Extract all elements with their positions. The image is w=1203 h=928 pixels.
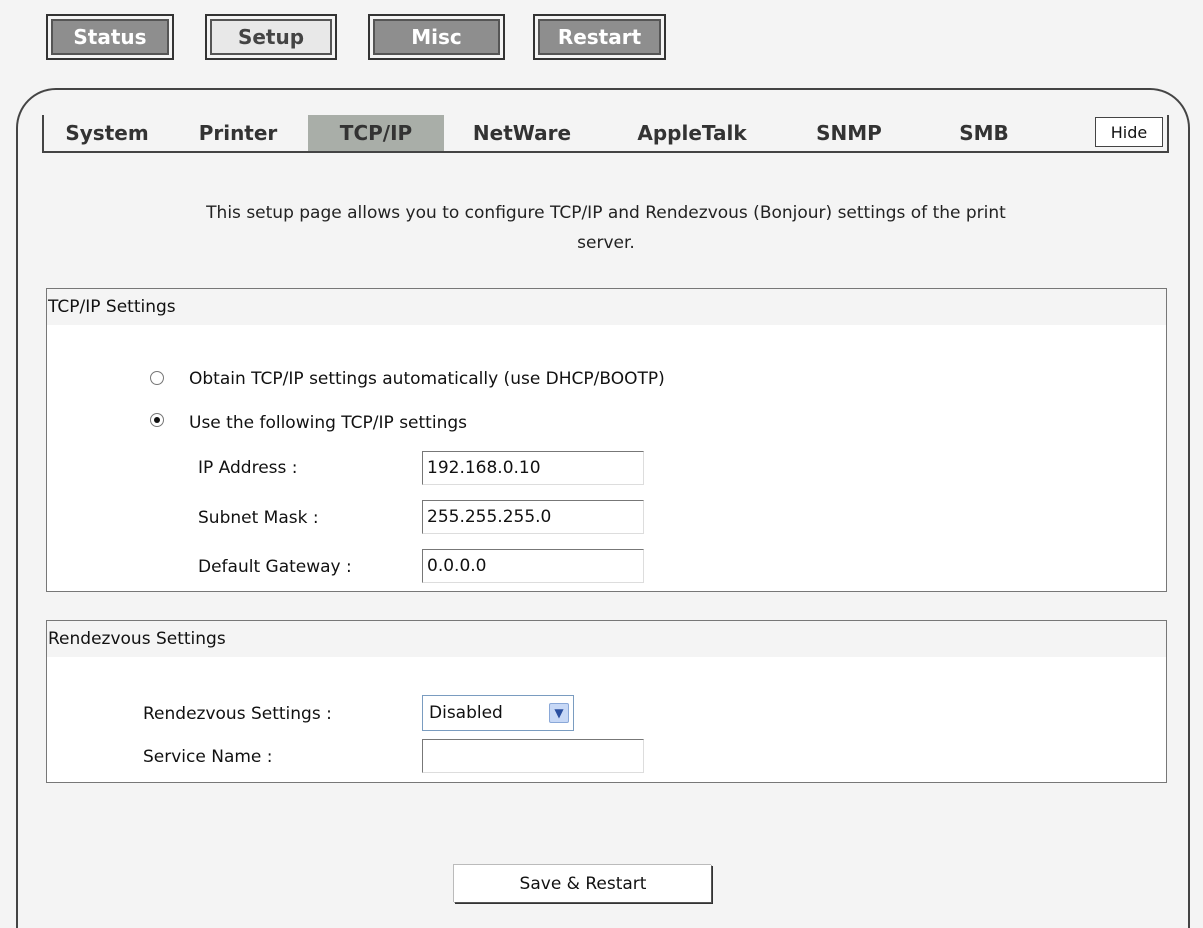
rendezvous-settings-value: Disabled	[429, 703, 503, 723]
nav-status-label: Status	[53, 21, 167, 53]
nav-setup-label: Setup	[212, 21, 330, 53]
subnet-mask-input[interactable]: 255.255.255.0	[422, 500, 644, 534]
tab-bar: System Printer TCP/IP NetWare AppleTalk …	[42, 115, 1169, 153]
nav-status-button[interactable]: Status	[46, 14, 174, 60]
obtain-auto-label: Obtain TCP/IP settings automatically (us…	[189, 369, 665, 389]
save-restart-button[interactable]: Save & Restart	[454, 865, 712, 903]
tab-smb[interactable]: SMB	[944, 115, 1024, 151]
ip-address-label: IP Address :	[198, 458, 298, 478]
rendezvous-settings-select[interactable]: Disabled ▼	[422, 695, 574, 731]
nav-restart-label: Restart	[540, 21, 659, 53]
hide-button[interactable]: Hide	[1095, 117, 1163, 147]
rendezvous-settings-title: Rendezvous Settings	[47, 621, 1166, 657]
use-following-label: Use the following TCP/IP settings	[189, 413, 467, 433]
tab-appletalk[interactable]: AppleTalk	[614, 115, 770, 151]
ip-address-input[interactable]: 192.168.0.10	[422, 451, 644, 485]
tab-snmp[interactable]: SNMP	[804, 115, 894, 151]
subnet-mask-label: Subnet Mask :	[198, 508, 319, 528]
chevron-down-icon[interactable]: ▼	[549, 703, 569, 723]
rendezvous-settings-label: Rendezvous Settings :	[143, 704, 332, 724]
default-gateway-input[interactable]: 0.0.0.0	[422, 549, 644, 583]
tab-system[interactable]: System	[50, 115, 164, 151]
tcpip-settings-title: TCP/IP Settings	[47, 289, 1166, 325]
service-name-label: Service Name :	[143, 747, 273, 767]
page-description: This setup page allows you to configure …	[46, 198, 1166, 258]
intro-line-2: server.	[577, 233, 635, 253]
nav-misc-button[interactable]: Misc	[368, 14, 505, 60]
tab-tcpip[interactable]: TCP/IP	[308, 115, 444, 151]
nav-setup-button[interactable]: Setup	[205, 14, 337, 60]
use-following-radio[interactable]	[150, 413, 164, 427]
service-name-input[interactable]	[422, 739, 644, 773]
obtain-auto-radio[interactable]	[150, 371, 164, 385]
nav-restart-button[interactable]: Restart	[533, 14, 666, 60]
tab-printer[interactable]: Printer	[176, 115, 300, 151]
intro-line-1: This setup page allows you to configure …	[206, 203, 1006, 223]
nav-misc-label: Misc	[375, 21, 498, 53]
tcpip-settings-group: TCP/IP Settings	[46, 288, 1167, 592]
default-gateway-label: Default Gateway :	[198, 557, 352, 577]
tab-netware[interactable]: NetWare	[456, 115, 588, 151]
